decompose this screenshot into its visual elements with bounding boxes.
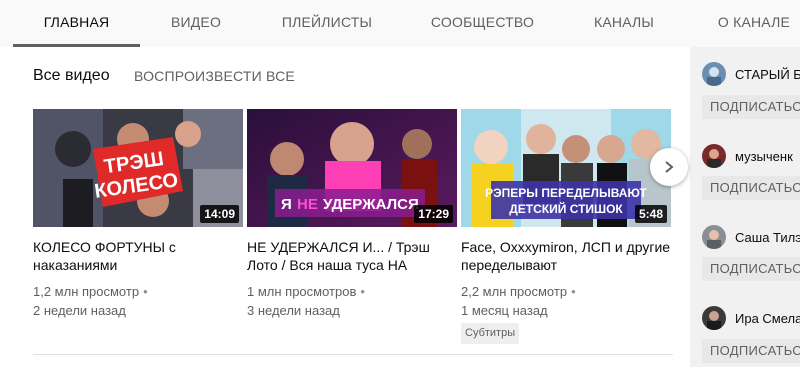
channel-avatar[interactable] <box>702 306 726 330</box>
tab-playlists[interactable]: ПЛЕЙЛИСТЫ <box>262 0 392 47</box>
play-all-button[interactable]: ВОСПРОИЗВЕСТИ ВСЕ <box>134 68 295 84</box>
svg-text:РЭПЕРЫ ПЕРЕДЕЛЫВАЮТ: РЭПЕРЫ ПЕРЕДЕЛЫВАЮТ <box>485 186 647 200</box>
video-title[interactable]: Face, Oxxxymiron, ЛСП и другие переделыв… <box>461 238 671 274</box>
view-count: 1,2 млн просмотр <box>33 284 140 299</box>
svg-text:ДЕТСКИЙ СТИШОК: ДЕТСКИЙ СТИШОК <box>509 201 623 216</box>
channel-avatar[interactable] <box>702 225 726 249</box>
subscribe-button[interactable]: ПОДПИСАТЬС <box>702 339 800 363</box>
video-meta: 1 млн просмотров • 3 недели назад <box>247 282 457 320</box>
channel-name[interactable]: музыченк <box>735 149 793 164</box>
video-title[interactable]: НЕ УДЕРЖАЛСЯ И... / Трэш Лото / Вся наша… <box>247 238 457 274</box>
svg-text:Я: Я <box>281 196 292 213</box>
channel-name[interactable]: СТАРЫЙ Б <box>735 67 800 82</box>
tab-about[interactable]: О КАНАЛЕ <box>708 0 800 47</box>
video-duration: 5:48 <box>634 205 667 223</box>
subtitles-badge: Субтитры <box>461 323 520 344</box>
video-thumbnail[interactable]: ТРЭШ КОЛЕСО 14:09 <box>33 109 243 227</box>
channel-name[interactable]: Ира Смела <box>735 311 800 326</box>
video-title[interactable]: КОЛЕСО ФОРТУНЫ с наказаниями <box>33 238 243 274</box>
separator-dot: • <box>143 284 148 299</box>
chevron-right-icon <box>665 161 674 173</box>
tab-community[interactable]: СООБЩЕСТВО <box>420 0 545 47</box>
svg-text:УДЕРЖАЛСЯ: УДЕРЖАЛСЯ <box>323 196 419 213</box>
main-content: Все видео ВОСПРОИЗВЕСТИ ВСЕ ТРЭШ КОЛЕСО … <box>0 47 690 367</box>
section-divider <box>33 354 673 355</box>
video-thumbnail[interactable]: РЭПЕРЫ ПЕРЕДЕЛЫВАЮТ ДЕТСКИЙ СТИШОК 5:48 <box>461 109 671 227</box>
tab-home[interactable]: ГЛАВНАЯ <box>13 0 140 47</box>
view-count: 1 млн просмотров <box>247 284 357 299</box>
upload-age: 3 недели назад <box>247 303 340 318</box>
tab-channels[interactable]: КАНАЛЫ <box>580 0 668 47</box>
section-title[interactable]: Все видео <box>33 67 110 85</box>
video-meta: 1,2 млн просмотр • 2 недели назад <box>33 282 243 320</box>
video-duration: 14:09 <box>200 205 239 223</box>
carousel-next-button[interactable] <box>650 148 688 186</box>
upload-age: 2 недели назад <box>33 303 126 318</box>
video-card[interactable]: РЭПЕРЫ ПЕРЕДЕЛЫВАЮТ ДЕТСКИЙ СТИШОК 5:48 … <box>461 109 671 344</box>
channel-tabs: ГЛАВНАЯ ВИДЕО ПЛЕЙЛИСТЫ СООБЩЕСТВО КАНАЛ… <box>0 0 800 47</box>
separator-dot: • <box>571 284 576 299</box>
separator-dot: • <box>360 284 365 299</box>
subscribe-button[interactable]: ПОДПИСАТЬС <box>702 95 800 119</box>
view-count: 2,2 млн просмотр <box>461 284 568 299</box>
subscribe-button[interactable]: ПОДПИСАТЬС <box>702 176 800 200</box>
tab-videos[interactable]: ВИДЕО <box>146 0 246 47</box>
channel-name[interactable]: Саша Тилэ <box>735 230 800 245</box>
svg-text:НЕ: НЕ <box>297 196 318 213</box>
video-duration: 17:29 <box>414 205 453 223</box>
video-thumbnail[interactable]: Я НЕ УДЕРЖАЛСЯ 17:29 <box>247 109 457 227</box>
video-meta: 2,2 млн просмотр • 1 месяц назад Субтитры <box>461 282 671 344</box>
video-card[interactable]: ТРЭШ КОЛЕСО 14:09 КОЛЕСО ФОРТУНЫ с наказ… <box>33 109 243 320</box>
channel-avatar[interactable] <box>702 144 726 168</box>
subscribe-button[interactable]: ПОДПИСАТЬС <box>702 257 800 281</box>
channel-avatar[interactable] <box>702 62 726 86</box>
video-card[interactable]: Я НЕ УДЕРЖАЛСЯ 17:29 НЕ УДЕРЖАЛСЯ И... /… <box>247 109 457 320</box>
upload-age: 1 месяц назад <box>461 303 548 318</box>
